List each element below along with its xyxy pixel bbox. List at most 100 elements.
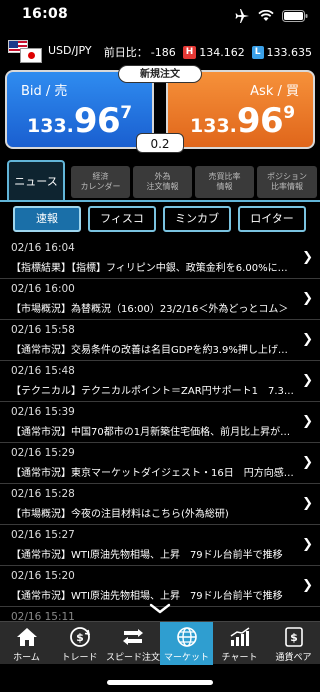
new-order-button[interactable]: 新規注文 — [118, 65, 202, 83]
news-datetime: 02/16 15:48 — [11, 365, 75, 377]
category-tabs: ニュース 経済 カレンダー 外為 注文情報 売買比率 情報 ポジション 比率情報 — [5, 160, 320, 202]
chart-icon — [230, 627, 249, 646]
news-title: 【市場概況】為替概況（16:00）23/2/16＜外為どっとコム＞ — [11, 304, 289, 315]
news-title: 【通常市況】交易条件の改善は名目GDPを約3.9%押し上げ… — [11, 345, 288, 356]
chevron-right-icon: ❯ — [302, 455, 313, 470]
source-reuters-button[interactable]: ロイター — [238, 206, 306, 232]
news-item[interactable]: 02/16 15:29 【通常市況】東京マーケットダイジェスト・16日 円方向感… — [0, 443, 320, 484]
news-datetime: 02/16 15:58 — [11, 324, 75, 336]
tabbar-label: チャート — [221, 653, 258, 663]
chevron-right-icon: ❯ — [302, 250, 313, 265]
news-item[interactable]: 02/16 15:48 【テクニカル】テクニカルポイント＝ZAR円サポート1 7… — [0, 361, 320, 402]
news-datetime: 02/16 16:04 — [11, 242, 75, 254]
news-datetime: 02/16 15:39 — [11, 406, 75, 418]
high-value: 134.162 — [199, 45, 245, 59]
home-icon — [16, 628, 37, 646]
bid-price: 133.967 — [27, 101, 132, 141]
chevron-right-icon: ❯ — [302, 537, 313, 552]
tabbar-label: スピード注文 — [106, 653, 161, 663]
news-source-filters: 速報 フィスコ ミンカブ ロイター — [0, 206, 320, 234]
chevron-down-icon[interactable] — [148, 603, 172, 615]
chevron-right-icon: ❯ — [302, 373, 313, 388]
news-datetime: 02/16 15:27 — [11, 529, 75, 541]
status-icons — [234, 9, 308, 23]
tabbar-label: 通貨ペア — [275, 653, 312, 663]
news-title: 【指標結果】【指標】フィリピン中銀、政策金利を6.00%に… — [11, 263, 288, 274]
trade-icon: $ — [69, 627, 90, 647]
home-indicator — [107, 680, 213, 685]
tab-trade-ratio-info[interactable]: 売買比率 情報 — [195, 166, 254, 198]
low-badge: L — [251, 45, 264, 59]
tab-position-ratio-info[interactable]: ポジション 比率情報 — [257, 166, 317, 198]
news-item[interactable]: 02/16 16:00 【市場概況】為替概況（16:00）23/2/16＜外為ど… — [0, 279, 320, 320]
currency-pair-row[interactable]: USD/JPY 前日比： -186 H 134.162 L 133.635 — [0, 38, 320, 64]
tab-news[interactable]: ニュース — [7, 160, 65, 202]
tabbar-currency-pair[interactable]: $ 通貨ペア — [267, 622, 320, 665]
ask-price-pip: 9 — [283, 103, 296, 123]
tabbar-label: ホーム — [13, 653, 40, 663]
tabbar-label: トレード — [61, 653, 98, 663]
tabbar-market[interactable]: マーケット — [160, 622, 213, 665]
ask-price: 133.969 — [190, 101, 295, 141]
news-title: 【通常市況】WTI原油先物相場、上昇 79ドル台前半で推移 — [11, 591, 283, 602]
bottom-tab-bar: ホーム $ トレード スピード注文 マーケット チャート $ 通貨ペア — [0, 621, 320, 665]
tabbar-home[interactable]: ホーム — [0, 622, 53, 665]
news-datetime: 02/16 15:28 — [11, 488, 75, 500]
change-label: 前日比： — [103, 46, 148, 59]
airplane-icon — [235, 9, 249, 23]
globe-icon — [176, 627, 197, 647]
chevron-right-icon: ❯ — [302, 414, 313, 429]
change-value: -186 — [150, 45, 176, 59]
news-item[interactable]: 02/16 15:28 【市場概況】今夜の注目材料はこちら(外為総研) ❯ — [0, 484, 320, 525]
news-title: 【通常市況】東京マーケットダイジェスト・16日 円方向感… — [11, 468, 294, 479]
svg-text:$: $ — [76, 631, 84, 644]
chevron-right-icon: ❯ — [302, 496, 313, 511]
news-item[interactable]: 02/16 15:20 【通常市況】WTI原油先物相場、上昇 79ドル台前半で推… — [0, 566, 320, 607]
wifi-icon — [258, 10, 274, 21]
tabbar-label: マーケット — [163, 653, 209, 663]
low-value: 133.635 — [266, 45, 313, 59]
news-title: 【テクニカル】テクニカルポイント＝ZAR円サポート1 7.3… — [11, 386, 294, 397]
svg-text:$: $ — [290, 631, 298, 644]
news-title: 【市場概況】今夜の注目材料はこちら(外為総研) — [11, 509, 229, 520]
high-badge: H — [182, 45, 197, 59]
bid-label: Bid / 売 — [21, 84, 68, 99]
news-item[interactable]: 02/16 15:27 【通常市況】WTI原油先物相場、上昇 79ドル台前半で推… — [0, 525, 320, 566]
ask-price-main: 96 — [236, 101, 284, 141]
source-minkabu-button[interactable]: ミンカブ — [163, 206, 231, 232]
chevron-right-icon: ❯ — [302, 332, 313, 347]
news-title: 【通常市況】WTI原油先物相場、上昇 79ドル台前半で推移 — [11, 550, 283, 561]
bid-price-pip: 7 — [120, 103, 133, 123]
status-bar: 16:08 — [0, 0, 320, 30]
pair-stats: 前日比： -186 H 134.162 L 133.635 — [104, 44, 312, 60]
source-fisco-button[interactable]: フィスコ — [88, 206, 156, 232]
speed-order-icon — [122, 629, 143, 645]
news-datetime: 02/16 15:20 — [11, 570, 75, 582]
tab-fx-order-info[interactable]: 外為 注文情報 — [133, 166, 192, 198]
tabbar-chart[interactable]: チャート — [213, 622, 266, 665]
chevron-right-icon: ❯ — [302, 578, 313, 593]
news-list: 02/16 16:04 【指標結果】【指標】フィリピン中銀、政策金利を6.00%… — [0, 238, 320, 624]
news-title: 【通常市況】中国70都市の1月新築住宅価格、前月比上昇が… — [11, 427, 291, 438]
tabbar-speed-order[interactable]: スピード注文 — [106, 622, 161, 665]
news-datetime: 02/16 16:00 — [11, 283, 75, 295]
ask-label: Ask / 買 — [250, 84, 299, 99]
bid-price-main: 96 — [73, 101, 121, 141]
tab-economic-calendar[interactable]: 経済 カレンダー — [71, 166, 130, 198]
spread-value: 0.2 — [136, 133, 184, 153]
status-time: 16:08 — [22, 6, 69, 22]
battery-icon — [282, 10, 308, 22]
chevron-right-icon: ❯ — [302, 291, 313, 306]
currency-pair-icon: $ — [284, 627, 303, 647]
news-item[interactable]: 02/16 15:39 【通常市況】中国70都市の1月新築住宅価格、前月比上昇が… — [0, 402, 320, 443]
currency-flags — [8, 40, 48, 64]
tab-underline — [0, 200, 320, 202]
tabbar-trade[interactable]: $ トレード — [53, 622, 106, 665]
jp-flag-icon — [20, 48, 42, 63]
news-datetime: 02/16 15:29 — [11, 447, 75, 459]
ask-price-prefix: 133. — [190, 115, 237, 137]
news-item[interactable]: 02/16 15:58 【通常市況】交易条件の改善は名目GDPを約3.9%押し上… — [0, 320, 320, 361]
news-item[interactable]: 02/16 16:04 【指標結果】【指標】フィリピン中銀、政策金利を6.00%… — [0, 238, 320, 279]
bid-price-prefix: 133. — [27, 115, 74, 137]
source-flash-button[interactable]: 速報 — [13, 206, 81, 232]
